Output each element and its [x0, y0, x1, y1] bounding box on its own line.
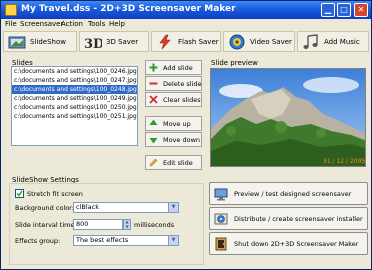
move-down-button[interactable]: Move down [145, 132, 202, 147]
flash-saver-label: Flash Saver [178, 37, 219, 46]
chevron-down-icon[interactable]: ▼ [168, 236, 178, 245]
date-stamp: 31 / 12 / 2005 [323, 158, 365, 165]
preview-screensaver-button[interactable]: Preview / test designed screensaver [209, 182, 368, 205]
minimize-button[interactable]: ▁ [321, 3, 335, 17]
menu-screensaver[interactable]: Screensaver [20, 20, 63, 28]
slide-interval-label: Slide interval time: [15, 221, 77, 229]
edit-slide-label: Edit slide [163, 158, 193, 167]
list-item-selected[interactable]: c:\documents and settings\100_0248.jpg [12, 85, 137, 94]
window-title: My Travel.dss - 2D+3D Screensaver Maker [21, 4, 236, 14]
slide-interval-input[interactable]: 800 [73, 219, 123, 230]
title-bar[interactable]: My Travel.dss - 2D+3D Screensaver Maker … [1, 1, 371, 19]
delete-slide-label: Delete slide [163, 79, 202, 88]
menu-bar: File Screensaver Action Tools Help [1, 19, 371, 31]
music-icon [303, 33, 318, 49]
edit-slide-button[interactable]: Edit slide [145, 155, 202, 170]
video-saver-label: Video Saver [250, 37, 292, 46]
3d-saver-button[interactable]: 3D 3D Saver [79, 31, 149, 52]
menu-action[interactable]: Action [61, 20, 83, 28]
slideshow-icon [8, 36, 26, 48]
down-arrow-icon [149, 138, 158, 144]
background-color-select[interactable]: clBlack ▼ [73, 202, 179, 213]
svg-text:3D: 3D [84, 37, 102, 50]
effects-group-value: The best effects [76, 236, 129, 244]
add-slide-button[interactable]: Add slide [145, 60, 202, 75]
shut-down-button[interactable]: Shut down 2D+3D Screensaver Maker [209, 232, 368, 255]
move-up-button[interactable]: Move up [145, 116, 202, 131]
background-color-value: clBlack [76, 203, 99, 211]
monitor-icon [214, 188, 228, 200]
list-item[interactable]: c:\documents and settings\100_0247.jpg [12, 76, 137, 85]
chevron-down-icon[interactable]: ▼ [168, 203, 178, 212]
preview-screensaver-label: Preview / test designed screensaver [234, 189, 352, 198]
menu-file[interactable]: File [5, 20, 17, 28]
list-item[interactable]: c:\documents and settings\100_0249.jpg [12, 94, 137, 103]
interval-spinner[interactable]: ▲ ▼ [123, 219, 131, 230]
clear-slides-label: Clear slides [163, 95, 201, 104]
menu-help[interactable]: Help [109, 20, 125, 28]
x-icon [149, 95, 158, 104]
app-window: My Travel.dss - 2D+3D Screensaver Maker … [0, 0, 372, 270]
add-music-label: Add Music [324, 37, 360, 46]
slideshow-label: SlideShow [30, 37, 66, 46]
toolbar: SlideShow 3D 3D Saver Flash Saver Video … [3, 31, 369, 53]
up-arrow-icon [149, 119, 158, 125]
check-icon [16, 190, 23, 197]
minus-icon [149, 82, 158, 85]
move-down-label: Move down [163, 135, 201, 144]
move-up-label: Move up [163, 119, 191, 128]
slides-list[interactable]: c:\documents and settings\100_0246.jpg c… [11, 66, 138, 146]
shutdown-icon [215, 237, 227, 250]
flash-saver-button[interactable]: Flash Saver [151, 31, 221, 52]
delete-slide-button[interactable]: Delete slide [145, 76, 202, 91]
effects-group-label: Effects group: [15, 237, 61, 245]
slide-interval-value: 800 [76, 220, 89, 228]
menu-tools[interactable]: Tools [88, 20, 105, 28]
clear-slides-button[interactable]: Clear slides [145, 92, 202, 107]
shut-down-label: Shut down 2D+3D Screensaver Maker [234, 239, 359, 248]
stretch-checkbox[interactable] [15, 189, 24, 198]
app-icon [5, 4, 17, 16]
list-item[interactable]: c:\documents and settings\100_0250.jpg [12, 103, 137, 112]
create-installer-button[interactable]: Distribute / create screensaver installe… [209, 207, 368, 230]
3d-saver-label: 3D Saver [106, 37, 139, 46]
3d-icon: 3D [84, 37, 102, 50]
interval-unit-label: milliseconds [134, 221, 175, 229]
video-saver-button[interactable]: Video Saver [223, 31, 295, 52]
video-icon [229, 34, 245, 49]
create-installer-label: Distribute / create screensaver installe… [234, 214, 363, 223]
slideshow-button[interactable]: SlideShow [3, 31, 77, 52]
flash-icon [159, 34, 171, 49]
plus-icon [149, 63, 158, 72]
effects-group-select[interactable]: The best effects ▼ [73, 235, 179, 246]
close-button[interactable]: ✕ [354, 3, 368, 17]
add-slide-label: Add slide [163, 63, 193, 72]
slide-preview-label: Slide preview [211, 59, 258, 67]
stretch-label: Stretch fit screen [27, 190, 83, 198]
slide-preview: 31 / 12 / 2005 [210, 68, 366, 167]
add-music-button[interactable]: Add Music [297, 31, 369, 52]
pencil-icon [149, 158, 158, 167]
slide-preview-photo: 31 / 12 / 2005 [211, 69, 365, 166]
list-item[interactable]: c:\documents and settings\100_0246.jpg [12, 67, 137, 76]
list-item[interactable]: c:\documents and settings\100_0251.jpg [12, 112, 137, 121]
background-color-label: Background color: [15, 204, 74, 212]
installer-icon [214, 213, 228, 224]
maximize-button[interactable]: □ [337, 3, 351, 17]
